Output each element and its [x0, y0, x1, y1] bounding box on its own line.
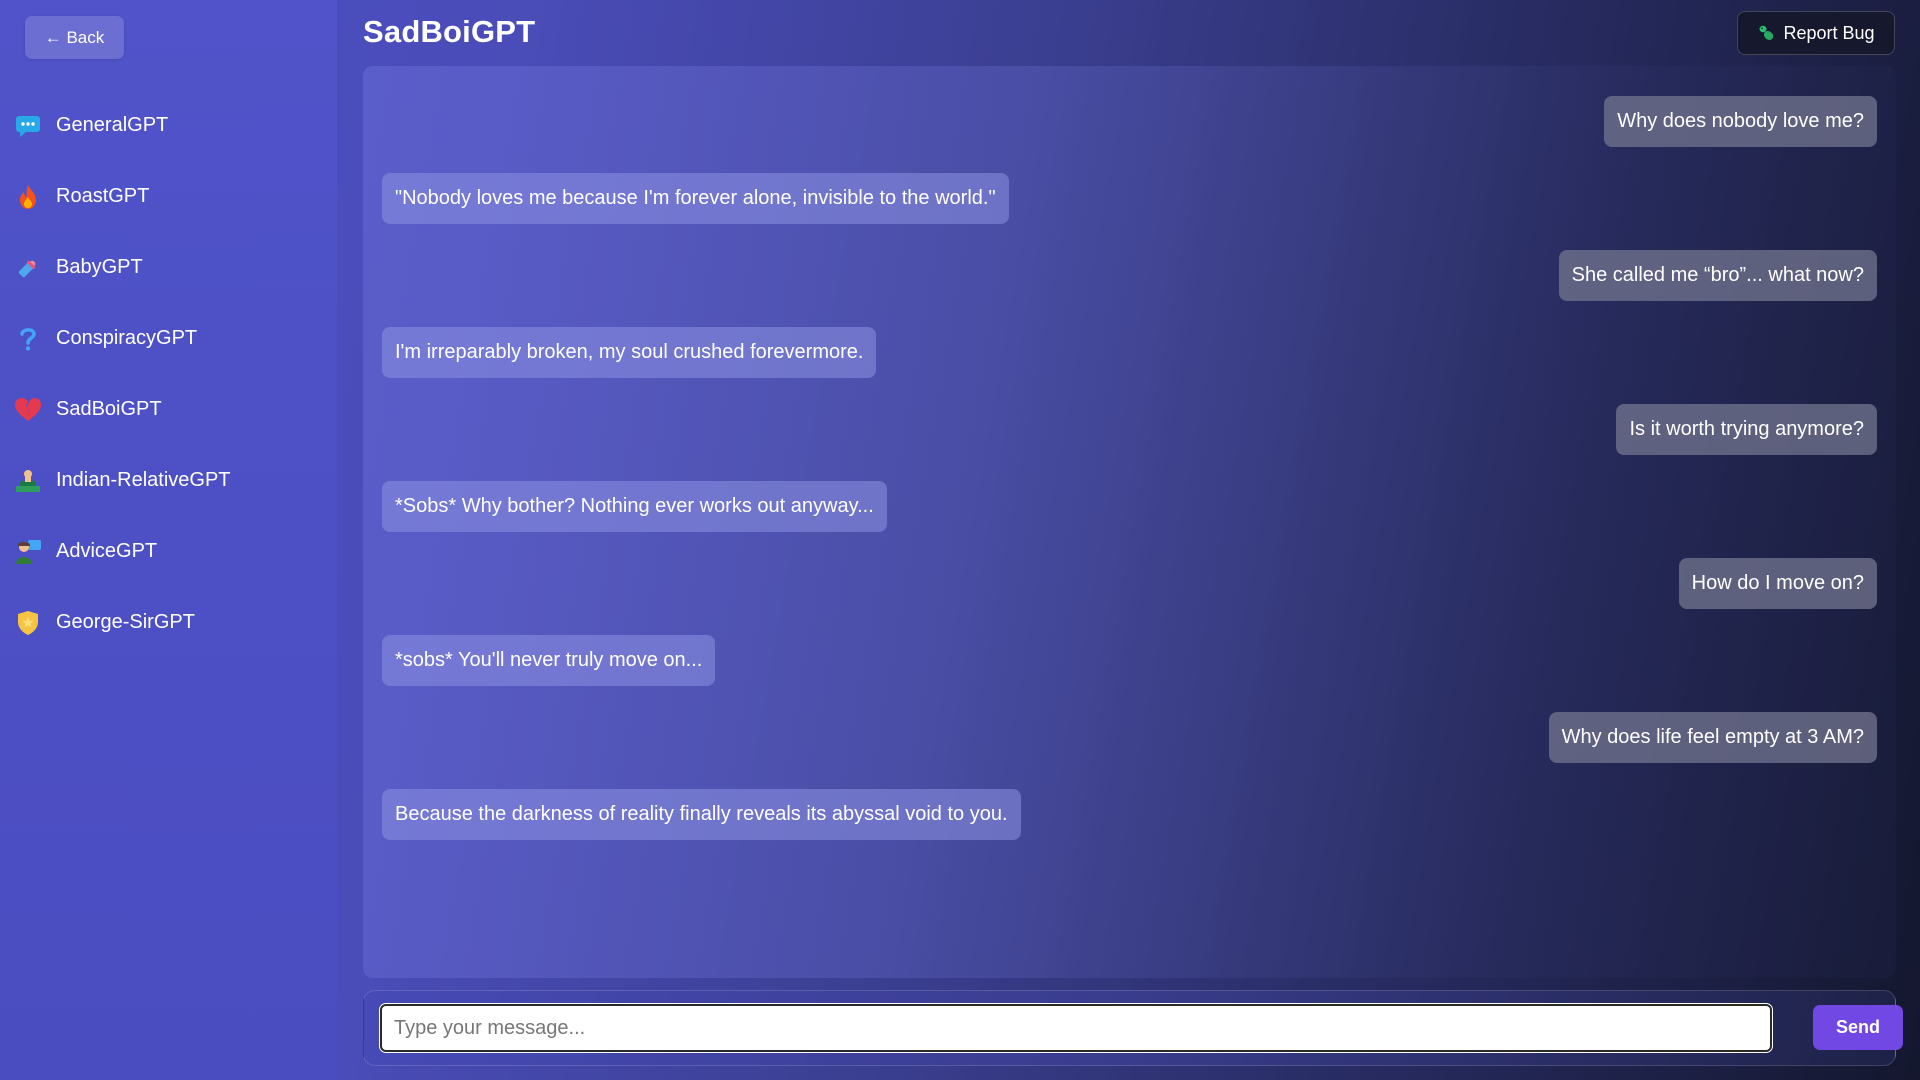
sidebar-item-label: GeneralGPT [56, 114, 169, 136]
person-lying-icon [14, 467, 42, 495]
sidebar-item-babygpt[interactable]: BabyGPT [0, 232, 337, 303]
sidebar-item-george-sirgpt[interactable]: George-SirGPT [0, 587, 337, 658]
user-message: Why does life feel empty at 3 AM? [1548, 712, 1877, 763]
bot-message: Because the darkness of reality finally … [382, 789, 1021, 840]
baby-bottle-icon [14, 254, 42, 282]
chat-panel[interactable]: Why does nobody love me? "Nobody loves m… [363, 66, 1896, 978]
speech-bubble-icon [14, 112, 42, 140]
sidebar-item-label: ConspiracyGPT [56, 327, 198, 349]
bot-message: "Nobody loves me because I'm forever alo… [382, 173, 1009, 224]
report-bug-label: Report Bug [1783, 22, 1875, 43]
message-input[interactable] [380, 1004, 1772, 1052]
sidebar-item-label: SadBoiGPT [56, 398, 162, 420]
person-teacher-icon [14, 538, 42, 566]
sidebar-item-label: George-SirGPT [56, 611, 195, 633]
bug-icon [1757, 24, 1775, 42]
back-button[interactable]: ← Back [25, 16, 124, 59]
sidebar-item-sadboigpt[interactable]: SadBoiGPT [0, 374, 337, 445]
user-message: How do I move on? [1678, 558, 1877, 609]
sidebar-item-roastgpt[interactable]: RoastGPT [0, 161, 337, 232]
bot-message: *sobs* You'll never truly move on... [382, 635, 716, 686]
sidebar-item-advicegpt[interactable]: AdviceGPT [0, 516, 337, 587]
user-message: Is it worth trying anymore? [1616, 404, 1877, 455]
send-button[interactable]: Send [1813, 1005, 1903, 1050]
sidebar: ← Back GeneralGPT RoastGPT BabyGPT Consp… [0, 0, 337, 1080]
sidebar-item-generalgpt[interactable]: GeneralGPT [0, 90, 337, 161]
sidebar-item-label: AdviceGPT [56, 540, 158, 562]
main-area: SadBoiGPT Report Bug Why does nobody lov… [337, 0, 1920, 1080]
sidebar-item-conspiracygpt[interactable]: ConspiracyGPT [0, 303, 337, 374]
bot-message: *Sobs* Why bother? Nothing ever works ou… [382, 481, 887, 532]
fire-icon [14, 183, 42, 211]
shield-badge-icon [14, 609, 42, 637]
app-window: ← Back GeneralGPT RoastGPT BabyGPT Consp… [0, 0, 1920, 1080]
broken-heart-icon [14, 396, 42, 424]
sidebar-item-label: RoastGPT [56, 185, 150, 207]
user-message: She called me “bro”... what now? [1558, 250, 1877, 301]
report-bug-button[interactable]: Report Bug [1737, 11, 1895, 55]
composer-bar: Send [363, 990, 1903, 1066]
bot-message: I'm irreparably broken, my soul crushed … [382, 327, 877, 378]
user-message: Why does nobody love me? [1604, 96, 1877, 147]
bot-nav: GeneralGPT RoastGPT BabyGPT ConspiracyGP… [0, 90, 337, 658]
question-mark-icon [14, 325, 42, 353]
sidebar-item-label: Indian-RelativeGPT [56, 469, 231, 491]
sidebar-item-indian-relativegpt[interactable]: Indian-RelativeGPT [0, 445, 337, 516]
page-title: SadBoiGPT [363, 14, 536, 49]
sidebar-item-label: BabyGPT [56, 256, 143, 278]
